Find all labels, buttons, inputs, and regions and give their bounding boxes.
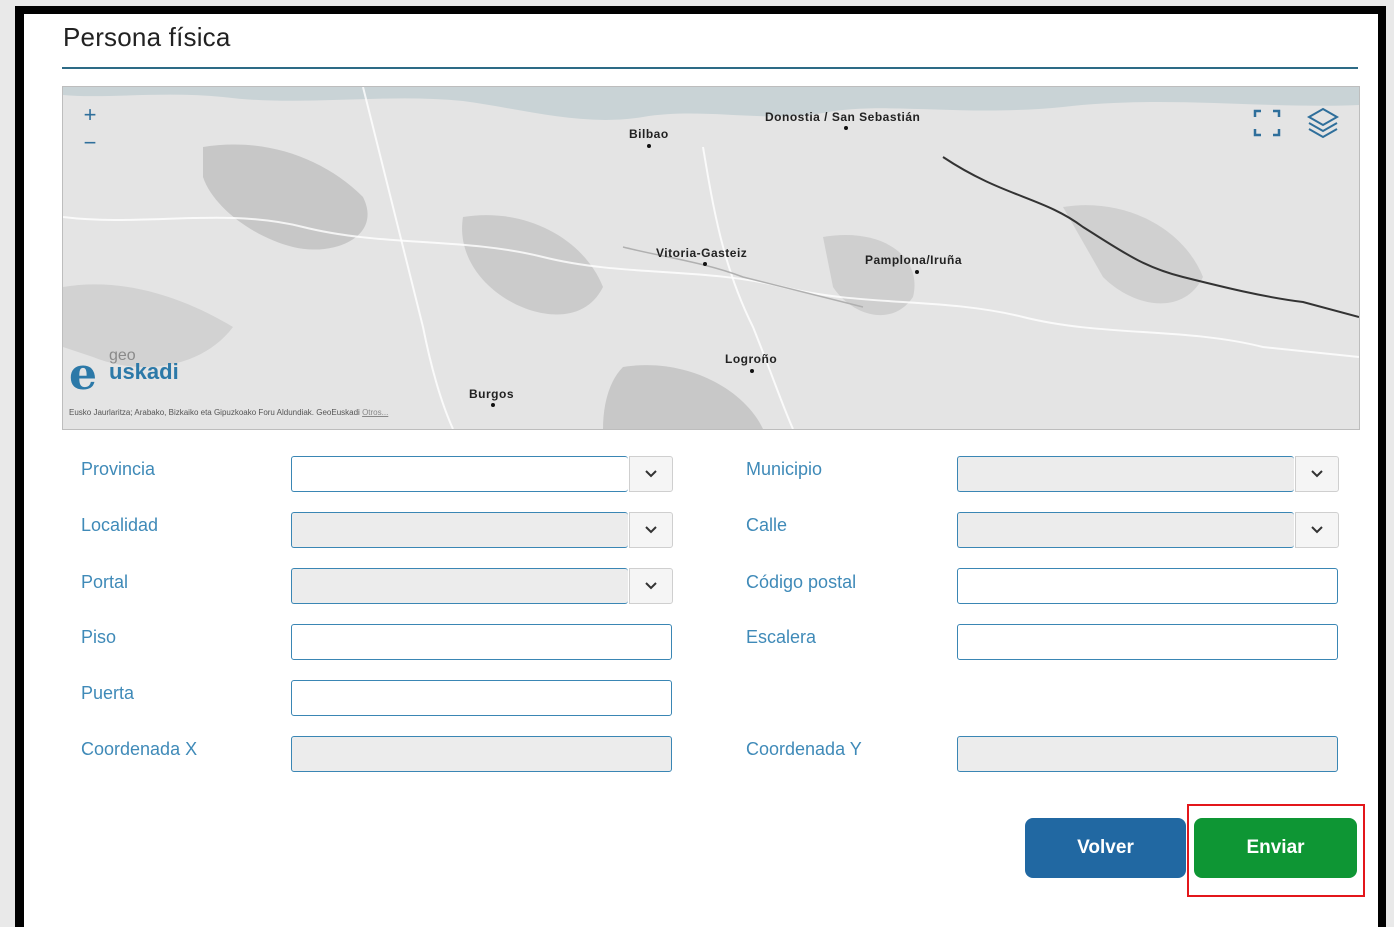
portal-label: Portal [81,572,129,592]
page-title: Persona física [63,22,231,52]
puerta-label: Puerta [81,683,135,703]
logo-uskadi-text: uskadi [109,359,179,384]
chevron-down-icon [1311,470,1323,478]
chevron-down-icon [645,526,657,534]
map-label-bilbao: Bilbao [629,127,669,141]
calle-dropdown-button[interactable] [1295,512,1339,548]
localidad-label: Localidad [81,515,159,535]
escalera-label: Escalera [746,627,817,647]
localidad-select[interactable] [291,512,673,548]
map-label-vitoria: Vitoria-Gasteiz [656,246,748,260]
codigo-postal-input[interactable] [957,568,1338,604]
localidad-dropdown-button[interactable] [629,512,673,548]
city-marker [844,126,848,130]
submit-highlight-box [1187,804,1365,897]
escalera-input[interactable] [957,624,1338,660]
city-marker [491,403,495,407]
layers-icon [1306,107,1340,139]
calle-label: Calle [746,515,788,535]
fullscreen-button[interactable] [1249,105,1285,141]
logo-e-mark: e [69,349,97,400]
attribution-text: Eusko Jaurlaritza; Arabako, Bizkaiko eta… [69,408,360,417]
map-label-burgos: Burgos [469,387,514,401]
zoom-in-button[interactable]: + [75,101,105,129]
chevron-down-icon [645,582,657,590]
municipio-dropdown-button[interactable] [1295,456,1339,492]
provincia-select[interactable] [291,456,673,492]
calle-select[interactable] [957,512,1339,548]
city-marker [647,144,651,148]
city-marker [703,262,707,266]
map-attribution: Eusko Jaurlaritza; Arabako, Bizkaiko eta… [69,408,388,417]
municipio-select[interactable] [957,456,1339,492]
zoom-out-button[interactable]: − [75,129,105,157]
coordenada-y-input[interactable] [957,736,1338,772]
map-label-logrono: Logroño [725,352,778,366]
back-button[interactable]: Volver [1025,818,1186,878]
city-marker [915,270,919,274]
portal-select[interactable] [291,568,673,604]
puerta-input[interactable] [291,680,672,716]
provincia-dropdown-button[interactable] [629,456,673,492]
coordenada-y-label: Coordenada Y [746,739,862,759]
chevron-down-icon [645,470,657,478]
codigo-postal-label: Código postal [746,572,857,592]
map-label-donostia: Donostia / San Sebastián [765,110,921,124]
attribution-more-link[interactable]: Otros... [362,408,388,417]
city-marker [750,369,754,373]
coordenada-x-input[interactable] [291,736,672,772]
provincia-label: Provincia [81,459,156,479]
piso-input[interactable] [291,624,672,660]
chevron-down-icon [1311,526,1323,534]
map-label-pamplona: Pamplona/Iruña [865,253,963,267]
map-view[interactable]: + − Bilbao Donostia / San Sebastián Vito… [62,86,1360,430]
municipio-label: Municipio [746,459,823,479]
zoom-control: + − [75,101,105,157]
fullscreen-icon [1253,109,1281,137]
title-divider [62,67,1358,69]
piso-label: Piso [81,627,117,647]
coordenada-x-label: Coordenada X [81,739,198,759]
portal-dropdown-button[interactable] [629,568,673,604]
layers-button[interactable] [1305,105,1341,141]
